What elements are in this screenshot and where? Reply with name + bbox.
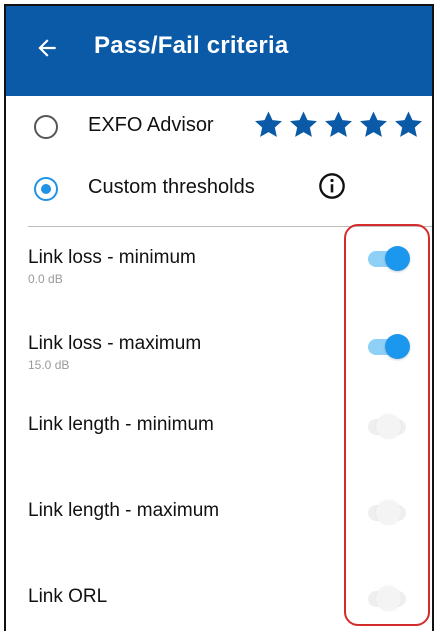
radio-button-custom-thresholds[interactable]: [34, 177, 58, 201]
star-icon: [290, 111, 317, 137]
criteria-label: Link length - maximum: [28, 500, 220, 521]
star-rating: [252, 108, 425, 141]
screen-frame: Pass/Fail criteria EXFO Advisor Custom t…: [4, 4, 434, 631]
app-bar: Pass/Fail criteria: [6, 6, 432, 96]
arrow-left-icon[interactable]: [34, 35, 60, 61]
criteria-label: Link ORL: [28, 586, 108, 607]
option-exfo-advisor[interactable]: EXFO Advisor: [6, 96, 432, 158]
star-icon: [255, 111, 282, 137]
highlight-callout: [344, 224, 430, 626]
star-icon: [325, 111, 352, 137]
option-label-exfo-advisor: EXFO Advisor: [88, 114, 214, 136]
criteria-value: 0.0 dB: [28, 272, 63, 286]
criteria-value: 15.0 dB: [28, 358, 70, 372]
star-icon: [360, 111, 387, 137]
star-icon: [395, 111, 422, 137]
info-icon[interactable]: [318, 172, 346, 200]
criteria-label: Link loss - minimum: [28, 247, 196, 268]
radio-button-exfo-advisor[interactable]: [34, 115, 58, 139]
criteria-label: Link length - minimum: [28, 414, 214, 435]
page-title: Pass/Fail criteria: [94, 32, 289, 59]
criteria-label: Link loss - maximum: [28, 333, 202, 354]
option-label-custom-thresholds: Custom thresholds: [88, 176, 255, 198]
option-custom-thresholds[interactable]: Custom thresholds: [6, 158, 432, 220]
